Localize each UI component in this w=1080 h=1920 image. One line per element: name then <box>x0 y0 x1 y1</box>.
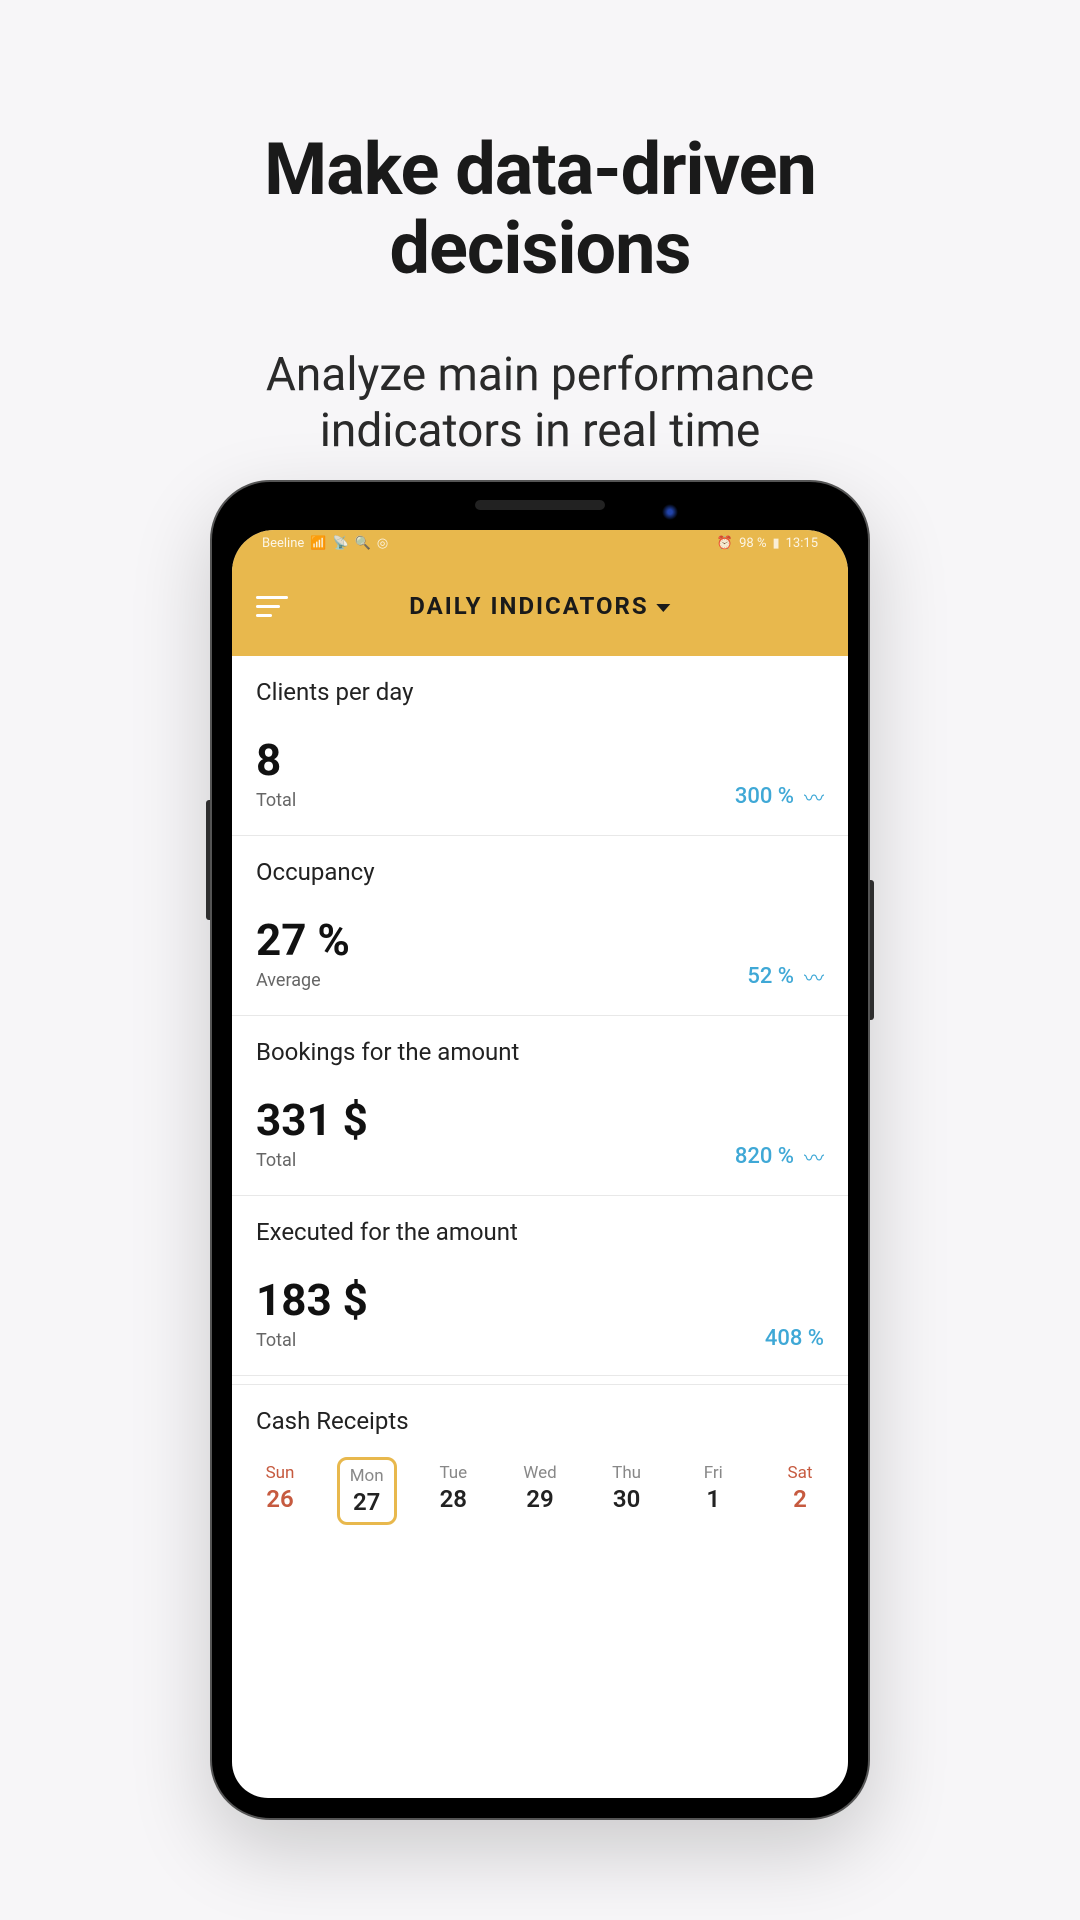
card-value: 183 $ <box>256 1274 368 1326</box>
card-sublabel: Total <box>256 1330 368 1351</box>
calendar-day-sun[interactable]: Sun 26 <box>250 1457 310 1525</box>
day-number: 26 <box>250 1485 310 1513</box>
calendar-day-thu[interactable]: Thu 30 <box>597 1457 657 1525</box>
day-name: Mon <box>340 1466 394 1486</box>
card-title: Cash Receipts <box>256 1407 824 1435</box>
card-occupancy[interactable]: Occupancy 27 % Average 52 % 〰 <box>232 836 848 1016</box>
content: Clients per day 8 Total 300 % 〰 Occupanc… <box>232 656 848 1525</box>
hero-title: Make data-driven decisions <box>0 130 1080 288</box>
trend-up-icon: 〰 <box>804 782 824 811</box>
hero: Make data-driven decisions Analyze main … <box>0 0 1080 459</box>
trend-value: 52 % <box>747 964 794 989</box>
battery-icon: ▮ <box>772 536 779 551</box>
day-name: Sat <box>770 1463 830 1483</box>
card-value: 331 $ <box>256 1094 368 1146</box>
day-name: Wed <box>510 1463 570 1483</box>
location-icon: ◎ <box>377 536 388 551</box>
trend-up-icon: 〰 <box>804 962 824 991</box>
calendar-day-fri[interactable]: Fri 1 <box>683 1457 743 1525</box>
card-title: Bookings for the amount <box>256 1038 824 1066</box>
value-block: 8 Total <box>256 734 296 811</box>
card-title: Occupancy <box>256 858 824 886</box>
day-number: 1 <box>683 1485 743 1513</box>
status-carrier: Beeline <box>262 536 304 551</box>
value-block: 183 $ Total <box>256 1274 368 1351</box>
trend-up-icon: 〰 <box>804 1142 824 1171</box>
status-left: Beeline 📶 📡 🔍 ◎ <box>262 536 388 551</box>
value-block: 331 $ Total <box>256 1094 368 1171</box>
header-title-dropdown[interactable]: DAILY INDICATORS <box>409 592 670 620</box>
trend-value: 820 % <box>735 1144 794 1169</box>
phone-body: Beeline 📶 📡 🔍 ◎ ⏰ 98 % ▮ 13:15 <box>210 480 870 1820</box>
phone-screen: Beeline 📶 📡 🔍 ◎ ⏰ 98 % ▮ 13:15 <box>232 530 848 1798</box>
search-icon: 🔍 <box>355 536 371 551</box>
card-clients-per-day[interactable]: Clients per day 8 Total 300 % 〰 <box>232 656 848 836</box>
day-number: 30 <box>597 1485 657 1513</box>
card-value: 8 <box>256 734 296 786</box>
chevron-down-icon <box>657 604 671 612</box>
card-sublabel: Total <box>256 1150 368 1171</box>
day-name: Tue <box>423 1463 483 1483</box>
card-sublabel: Total <box>256 790 296 811</box>
wifi-icon: 📡 <box>332 536 348 551</box>
week-calendar: Sun 26 Mon 27 Tue 28 Wed 29 <box>232 1445 848 1525</box>
calendar-day-tue[interactable]: Tue 28 <box>423 1457 483 1525</box>
trend: 820 % 〰 <box>735 1142 824 1171</box>
signal-icon: 📶 <box>310 536 326 551</box>
status-time: 13:15 <box>786 536 818 551</box>
trend-value: 300 % <box>735 784 794 809</box>
card-title: Clients per day <box>256 678 824 706</box>
calendar-day-mon[interactable]: Mon 27 <box>337 1457 397 1525</box>
card-title: Executed for the amount <box>256 1218 824 1246</box>
status-right: ⏰ 98 % ▮ 13:15 <box>717 536 818 551</box>
day-number: 29 <box>510 1485 570 1513</box>
trend-value: 408 % <box>765 1326 824 1351</box>
header-title: DAILY INDICATORS <box>409 592 648 620</box>
android-status-bar: Beeline 📶 📡 🔍 ◎ ⏰ 98 % ▮ 13:15 <box>232 530 848 556</box>
trend: 300 % 〰 <box>735 782 824 811</box>
phone-camera <box>662 504 678 520</box>
trend: 408 % <box>765 1326 824 1351</box>
card-sublabel: Average <box>256 970 350 991</box>
phone-side-button <box>870 880 874 1020</box>
day-number: 2 <box>770 1485 830 1513</box>
calendar-day-sat[interactable]: Sat 2 <box>770 1457 830 1525</box>
card-cash-receipts[interactable]: Cash Receipts <box>232 1384 848 1445</box>
card-bookings[interactable]: Bookings for the amount 331 $ Total 820 … <box>232 1016 848 1196</box>
day-name: Fri <box>683 1463 743 1483</box>
hero-subtitle: Analyze main performance indicators in r… <box>0 348 1080 458</box>
day-name: Sun <box>250 1463 310 1483</box>
hero-title-line2: decisions <box>389 206 690 291</box>
hero-subtitle-line1: Analyze main performance <box>266 348 814 402</box>
app-header: DAILY INDICATORS <box>232 556 848 656</box>
value-block: 27 % Average <box>256 914 350 991</box>
menu-icon[interactable] <box>256 596 288 617</box>
hero-subtitle-line2: indicators in real time <box>320 404 761 458</box>
day-name: Thu <box>597 1463 657 1483</box>
phone-speaker <box>475 500 605 510</box>
calendar-day-wed[interactable]: Wed 29 <box>510 1457 570 1525</box>
hero-title-line1: Make data-driven <box>264 127 816 212</box>
phone-mockup: Beeline 📶 📡 🔍 ◎ ⏰ 98 % ▮ 13:15 <box>210 480 870 1820</box>
day-number: 28 <box>423 1485 483 1513</box>
card-executed[interactable]: Executed for the amount 183 $ Total 408 … <box>232 1196 848 1376</box>
trend: 52 % 〰 <box>747 962 824 991</box>
card-value: 27 % <box>256 914 350 966</box>
alarm-icon: ⏰ <box>717 536 733 551</box>
day-number: 27 <box>340 1488 394 1516</box>
status-battery-pct: 98 % <box>739 536 766 551</box>
